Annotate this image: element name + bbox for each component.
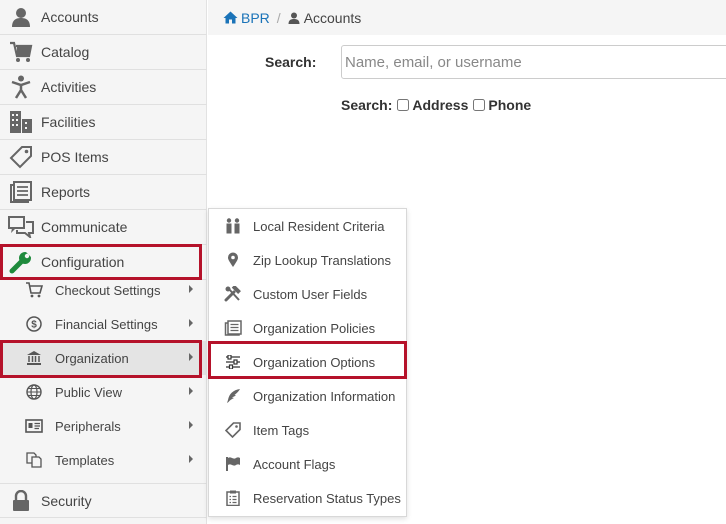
cart-icon: [6, 39, 36, 65]
sliders-icon: [222, 355, 244, 369]
sidebar-subitem-label: Public View: [55, 384, 122, 400]
sidebar-item-label: Accounts: [41, 9, 99, 25]
flyout-item-label: Reservation Status Types: [253, 490, 401, 506]
organization-flyout-menu: Local Resident Criteria Zip Lookup Trans…: [208, 208, 407, 517]
globe-icon: [23, 384, 45, 400]
reports-icon: [6, 179, 36, 205]
sidebar-subitem-label: Peripherals: [55, 418, 121, 434]
sidebar-item-security[interactable]: Security: [0, 483, 207, 518]
breadcrumb-home-label: BPR: [241, 9, 270, 26]
app-root: Accounts Catalog Activities Facilities P: [0, 0, 726, 524]
flyout-item-organization-information[interactable]: Organization Information: [209, 379, 406, 413]
sidebar-subitem-financial-settings[interactable]: $ Financial Settings: [0, 307, 207, 341]
breadcrumb-separator: /: [276, 9, 281, 26]
sidebar-item-facilities[interactable]: Facilities: [0, 105, 207, 140]
caret-right-icon: [189, 319, 193, 327]
cart-outline-icon: [23, 282, 45, 298]
breadcrumb: BPR / Accounts: [208, 0, 726, 35]
sidebar-item-label: Communicate: [41, 219, 128, 235]
sidebar-item-catalog[interactable]: Catalog: [0, 35, 207, 70]
sidebar-subitem-public-view[interactable]: Public View: [0, 375, 207, 409]
sidebar-item-label: POS Items: [41, 149, 109, 165]
sidebar-subitem-organization[interactable]: Organization: [0, 341, 207, 375]
home-icon: [223, 11, 238, 24]
sidebar-subitem-label: Financial Settings: [55, 316, 158, 332]
flyout-item-zip-lookup-translations[interactable]: Zip Lookup Translations: [209, 243, 406, 277]
lock-icon: [6, 488, 36, 514]
sidebar-item-label: Security: [41, 492, 92, 509]
clipboard-list-icon: [222, 490, 244, 506]
feather-icon: [222, 388, 244, 404]
phone-checkbox-label: Phone: [488, 97, 532, 113]
sidebar-item-label: Activities: [41, 79, 97, 95]
caret-right-icon: [189, 285, 193, 293]
sidebar-subitem-label: Checkout Settings: [55, 282, 161, 298]
sidebar: Accounts Catalog Activities Facilities P: [0, 0, 207, 524]
dollar-circle-icon: $: [23, 316, 45, 332]
flyout-item-organization-options[interactable]: Organization Options: [209, 345, 406, 379]
sidebar-subitem-label: Organization: [55, 350, 129, 366]
tag-icon: [6, 144, 36, 170]
search-input[interactable]: [341, 45, 726, 79]
document-list-icon: [222, 320, 244, 336]
flag-icon: [222, 456, 244, 472]
bank-icon: [23, 350, 45, 366]
flyout-item-label: Zip Lookup Translations: [253, 252, 392, 268]
flyout-item-organization-policies[interactable]: Organization Policies: [209, 311, 406, 345]
caret-right-icon: [189, 455, 193, 463]
sidebar-subitem-templates[interactable]: Templates: [0, 443, 207, 477]
sidebar-item-accounts[interactable]: Accounts: [0, 0, 207, 35]
svg-text:$: $: [31, 320, 37, 331]
flyout-item-label: Organization Policies: [253, 320, 376, 336]
flyout-item-reservation-status-types[interactable]: Reservation Status Types: [209, 481, 406, 515]
wrench-icon: [6, 249, 36, 275]
sidebar-subitem-peripherals[interactable]: Peripherals: [0, 409, 207, 443]
breadcrumb-home-link[interactable]: BPR: [223, 10, 270, 26]
sidebar-item-label: Catalog: [41, 44, 90, 60]
sidebar-item-communicate[interactable]: Communicate: [0, 210, 207, 245]
sidebar-item-label: Facilities: [41, 114, 96, 130]
address-checkbox[interactable]: [397, 99, 410, 111]
flyout-item-label: Local Resident Criteria: [253, 218, 385, 234]
flyout-item-label: Item Tags: [253, 422, 310, 438]
user-icon: [288, 12, 300, 24]
user-icon: [6, 4, 36, 30]
flyout-item-account-flags[interactable]: Account Flags: [209, 447, 406, 481]
caret-right-icon: [189, 353, 193, 361]
flyout-item-local-resident-criteria[interactable]: Local Resident Criteria: [209, 209, 406, 243]
sidebar-item-pos-items[interactable]: POS Items: [0, 140, 207, 175]
people-icon: [222, 218, 244, 234]
sidebar-item-label: Configuration: [41, 254, 125, 270]
chat-icon: [6, 214, 36, 240]
search-label: Search:: [265, 54, 317, 70]
phone-checkbox[interactable]: [473, 99, 486, 111]
flyout-item-item-tags[interactable]: Item Tags: [209, 413, 406, 447]
id-card-icon: [23, 419, 45, 433]
flyout-item-label: Account Flags: [253, 456, 336, 472]
map-pin-icon: [222, 252, 244, 268]
tools-icon: [222, 286, 244, 302]
sidebar-subitem-checkout-settings[interactable]: Checkout Settings: [0, 273, 207, 307]
search-options-label: Search:: [341, 97, 393, 113]
building-icon: [6, 109, 36, 135]
sidebar-subitem-label: Templates: [55, 452, 115, 468]
address-checkbox-label: Address: [412, 97, 469, 113]
person-activity-icon: [6, 74, 36, 100]
breadcrumb-current-label: Accounts: [303, 9, 362, 26]
caret-right-icon: [189, 421, 193, 429]
copy-icon: [23, 452, 45, 468]
sidebar-item-label: Reports: [41, 184, 91, 200]
sidebar-item-reports[interactable]: Reports: [0, 175, 207, 210]
sidebar-item-activities[interactable]: Activities: [0, 70, 207, 105]
flyout-item-label: Organization Information: [253, 388, 396, 404]
flyout-item-label: Custom User Fields: [253, 286, 368, 302]
caret-right-icon: [189, 387, 193, 395]
breadcrumb-current: Accounts: [288, 9, 362, 26]
tag-icon: [222, 422, 244, 438]
flyout-item-label: Organization Options: [253, 354, 376, 370]
search-options: Search: Address Phone: [341, 97, 531, 113]
flyout-item-custom-user-fields[interactable]: Custom User Fields: [209, 277, 406, 311]
